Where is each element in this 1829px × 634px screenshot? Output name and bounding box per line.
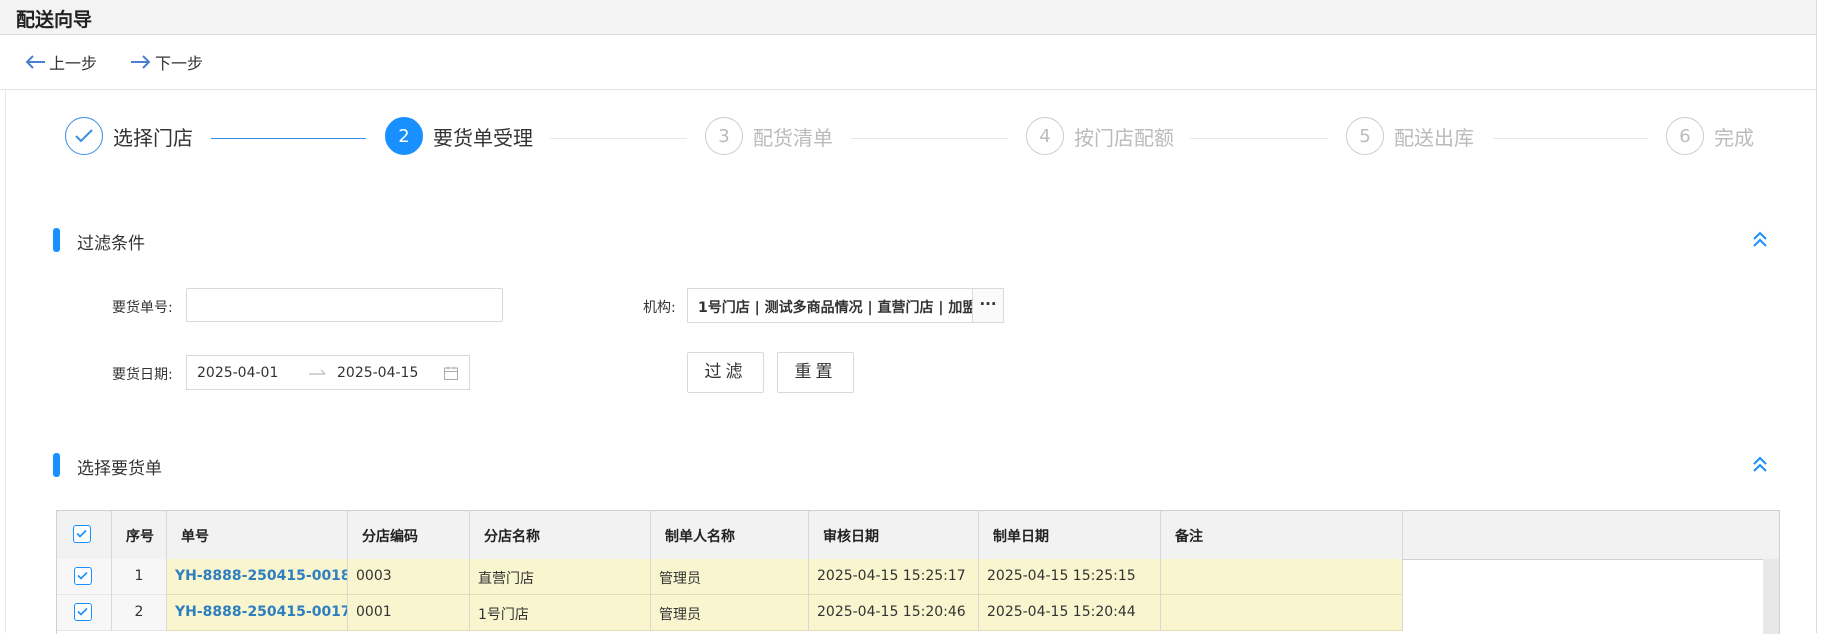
row-order-no: YH-8888-250415-0018 xyxy=(167,559,348,595)
row-select-cell xyxy=(57,559,112,595)
org-picker-button[interactable]: ··· xyxy=(973,288,1004,323)
step-done-indicator xyxy=(65,117,103,155)
row-note xyxy=(1161,559,1403,595)
order-no-link[interactable]: YH-8888-250415-0018 xyxy=(175,568,347,584)
col-header[interactable]: 单号 xyxy=(167,511,348,559)
step-select-store: 选择门店 xyxy=(65,117,193,155)
double-chevron-up-icon[interactable] xyxy=(1752,455,1768,473)
step-connector xyxy=(1493,138,1648,139)
next-step-button[interactable]: 下一步 xyxy=(130,50,203,74)
row-checkbox[interactable] xyxy=(74,567,92,585)
check-icon xyxy=(75,129,93,143)
select-all-checkbox[interactable] xyxy=(73,525,91,543)
order-no-label: 要货单号: xyxy=(112,300,173,316)
org-label: 机构: xyxy=(643,300,676,316)
row-seq: 1 xyxy=(112,559,167,595)
col-header[interactable]: 审核日期 xyxy=(809,511,979,559)
table-header: 序号 单号 分店编码 分店名称 制单人名称 审核日期 制单日期 备注 xyxy=(57,511,1779,560)
col-header[interactable]: 备注 xyxy=(1161,511,1403,559)
order-no-link[interactable]: YH-8888-250415-0017 xyxy=(175,604,347,620)
date-label: 要货日期: xyxy=(112,367,173,383)
section-title: 过滤条件 xyxy=(77,234,145,254)
window-title: 配送向导 xyxy=(16,9,93,31)
next-step-label: 下一步 xyxy=(155,54,204,73)
wizard-nav-bar: 上一步 下一步 xyxy=(0,35,1816,90)
step-connector xyxy=(550,138,687,139)
step-connector xyxy=(851,138,1008,139)
step-connector xyxy=(1190,138,1328,139)
row-audit-date: 2025-04-15 15:25:17 xyxy=(809,559,979,595)
step-label: 要货单受理 xyxy=(433,125,533,150)
step-number: 4 xyxy=(1026,117,1064,155)
filter-button[interactable]: 过滤 xyxy=(687,352,764,393)
col-header[interactable]: 分店名称 xyxy=(470,511,651,559)
select-all-cell xyxy=(57,511,112,559)
row-maker: 管理员 xyxy=(651,595,809,631)
arrow-left-icon xyxy=(25,55,45,69)
double-chevron-up-icon[interactable] xyxy=(1752,230,1768,248)
checkbox-icon xyxy=(77,607,88,616)
table-row[interactable]: 2 YH-8888-250415-0017 0001 1号门店 管理员 2025… xyxy=(57,595,1779,631)
col-header[interactable]: 分店编码 xyxy=(348,511,470,559)
row-note xyxy=(1161,595,1403,631)
row-select-cell xyxy=(57,595,112,631)
row-order-no: YH-8888-250415-0017 xyxy=(167,595,348,631)
row-seq: 2 xyxy=(112,595,167,631)
step-delivery-out: 5 配送出库 xyxy=(1346,117,1474,155)
step-label: 配送出库 xyxy=(1394,125,1474,150)
step-order-accept: 2 要货单受理 xyxy=(385,117,533,155)
row-made-date: 2025-04-15 15:25:15 xyxy=(979,559,1161,595)
orders-table: 序号 单号 分店编码 分店名称 制单人名称 审核日期 制单日期 备注 1 YH-… xyxy=(56,510,1780,634)
order-no-input[interactable] xyxy=(186,288,503,322)
table-row[interactable]: 1 YH-8888-250415-0018 0003 直营门店 管理员 2025… xyxy=(57,559,1779,595)
section-marker xyxy=(53,453,60,477)
row-audit-date: 2025-04-15 15:20:46 xyxy=(809,595,979,631)
arrow-right-icon xyxy=(309,369,326,375)
step-store-quota: 4 按门店配额 xyxy=(1026,117,1174,155)
row-store-code: 0001 xyxy=(348,595,470,631)
section-title: 选择要货单 xyxy=(77,459,162,479)
col-header[interactable]: 制单人名称 xyxy=(651,511,809,559)
col-header[interactable]: 序号 xyxy=(112,511,167,559)
step-picking-list: 3 配货清单 xyxy=(705,117,833,155)
wizard-steps: 选择门店 2 要货单受理 3 配货清单 4 按门店配额 5 配送出库 6 完成 xyxy=(0,112,1816,162)
date-to[interactable]: 2025-04-15 xyxy=(337,365,418,381)
prev-step-button[interactable]: 上一步 xyxy=(24,50,97,74)
checkbox-icon xyxy=(76,529,87,538)
date-range-picker[interactable]: 2025-04-01 2025-04-15 xyxy=(186,355,470,390)
window-right-edge xyxy=(1816,0,1829,633)
window-titlebar: 配送向导 xyxy=(0,0,1816,35)
step-label: 按门店配额 xyxy=(1074,125,1174,150)
calendar-icon[interactable] xyxy=(443,365,459,381)
section-marker xyxy=(53,228,60,252)
step-number: 5 xyxy=(1346,117,1384,155)
step-connector xyxy=(211,138,366,139)
date-from[interactable]: 2025-04-01 xyxy=(197,365,278,381)
col-header[interactable]: 制单日期 xyxy=(979,511,1161,559)
content-border xyxy=(5,90,6,633)
step-label: 完成 xyxy=(1714,125,1754,150)
reset-button[interactable]: 重置 xyxy=(777,352,854,393)
step-number: 3 xyxy=(705,117,743,155)
step-label: 配货清单 xyxy=(753,125,833,150)
row-checkbox[interactable] xyxy=(74,603,92,621)
table-scrollbar[interactable] xyxy=(1763,559,1779,634)
step-number: 2 xyxy=(385,117,423,155)
checkbox-icon xyxy=(77,571,88,580)
prev-step-label: 上一步 xyxy=(49,54,98,73)
step-label: 选择门店 xyxy=(113,125,193,150)
row-store-code: 0003 xyxy=(348,559,470,595)
step-number: 6 xyxy=(1666,117,1704,155)
step-finish: 6 完成 xyxy=(1666,117,1754,155)
org-field[interactable]: 1号门店 | 测试多商品情况 | 直营门店 | 加盟 xyxy=(687,288,973,323)
row-store-name: 直营门店 xyxy=(470,559,651,595)
row-store-name: 1号门店 xyxy=(470,595,651,631)
arrow-right-icon xyxy=(131,55,151,69)
row-maker: 管理员 xyxy=(651,559,809,595)
orders-section-header: 选择要货单 xyxy=(53,453,1768,479)
row-made-date: 2025-04-15 15:20:44 xyxy=(979,595,1161,631)
filter-section-header: 过滤条件 xyxy=(53,228,1768,254)
